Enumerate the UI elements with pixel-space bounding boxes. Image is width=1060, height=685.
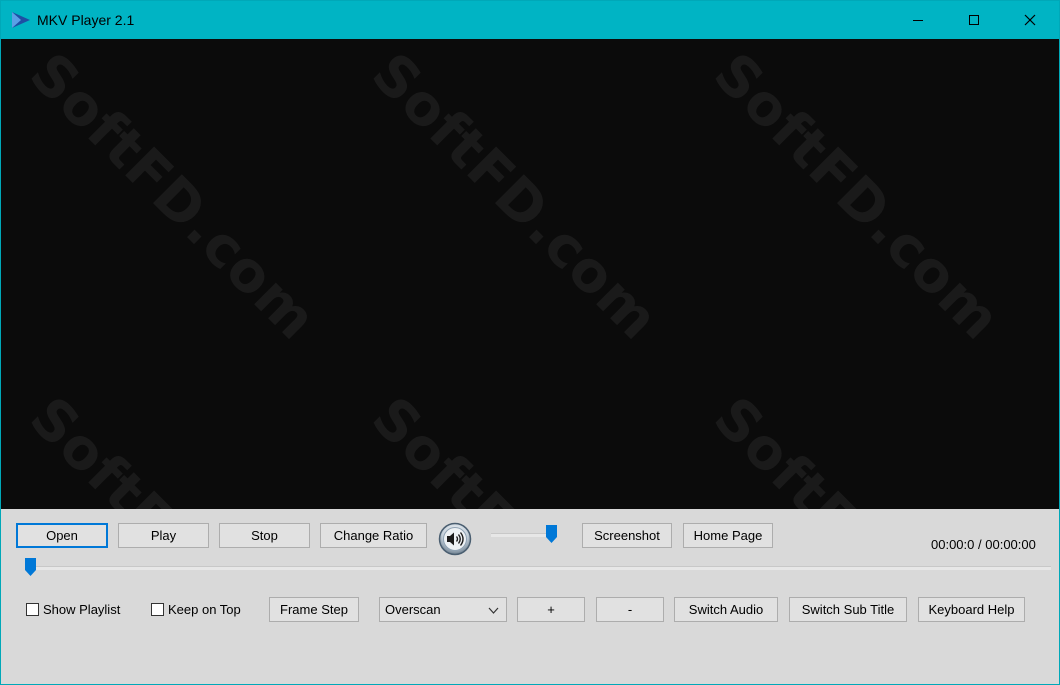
change-ratio-button[interactable]: Change Ratio — [320, 523, 427, 548]
stop-button[interactable]: Stop — [219, 523, 310, 548]
show-playlist-checkbox[interactable]: Show Playlist — [26, 599, 120, 619]
keep-on-top-box[interactable] — [151, 602, 164, 616]
zoom-out-button[interactable]: - — [596, 597, 664, 622]
switch-audio-button[interactable]: Switch Audio — [674, 597, 778, 622]
display-mode-select[interactable]: Overscan — [379, 597, 507, 622]
title-bar[interactable]: MKV Player 2.1 — [1, 1, 1059, 39]
play-logo-icon — [12, 12, 30, 28]
zoom-in-button[interactable]: + — [517, 597, 585, 622]
watermark: SoftFD.com — [17, 41, 329, 353]
keyboard-help-button[interactable]: Keyboard Help — [918, 597, 1025, 622]
frame-step-button[interactable]: Frame Step — [269, 597, 359, 622]
switch-sub-title-button[interactable]: Switch Sub Title — [789, 597, 907, 622]
play-button[interactable]: Play — [118, 523, 209, 548]
show-playlist-box[interactable] — [26, 602, 39, 616]
screenshot-button[interactable]: Screenshot — [582, 523, 672, 548]
time-separator: / — [978, 537, 982, 552]
total-time: 00:00:00 — [985, 537, 1036, 552]
minimize-icon — [913, 20, 923, 21]
speaker-icon[interactable] — [438, 522, 472, 556]
show-playlist-label: Show Playlist — [43, 601, 121, 617]
current-time: 00:00:0 — [931, 537, 975, 552]
watermark: SoftFD.com — [359, 41, 671, 353]
seek-slider-thumb[interactable] — [25, 558, 36, 576]
window-title: MKV Player 2.1 — [37, 12, 135, 28]
video-display[interactable]: SoftFD.com SoftFD.com SoftFD.com SoftFD.… — [1, 39, 1059, 684]
display-mode-value: Overscan — [385, 602, 441, 617]
control-panel: Open Play Stop Change Ratio Screenshot H… — [1, 509, 1059, 684]
close-button[interactable] — [1007, 1, 1053, 39]
keep-on-top-checkbox[interactable]: Keep on Top — [151, 599, 241, 619]
open-button[interactable]: Open — [16, 523, 108, 548]
maximize-icon — [969, 15, 979, 25]
seek-slider-track[interactable] — [25, 566, 1051, 570]
app-window: MKV Player 2.1 SoftFD.com SoftFD.com Sof… — [0, 0, 1060, 685]
chevron-down-icon — [488, 607, 499, 614]
volume-slider-thumb[interactable] — [546, 525, 557, 543]
minimize-button[interactable] — [895, 1, 941, 39]
time-display: 00:00:0 / 00:00:00 — [931, 537, 1036, 552]
maximize-button[interactable] — [951, 1, 997, 39]
home-page-button[interactable]: Home Page — [683, 523, 773, 548]
keep-on-top-label: Keep on Top — [168, 601, 241, 617]
close-icon — [1024, 14, 1036, 26]
watermark: SoftFD.com — [701, 41, 1013, 353]
